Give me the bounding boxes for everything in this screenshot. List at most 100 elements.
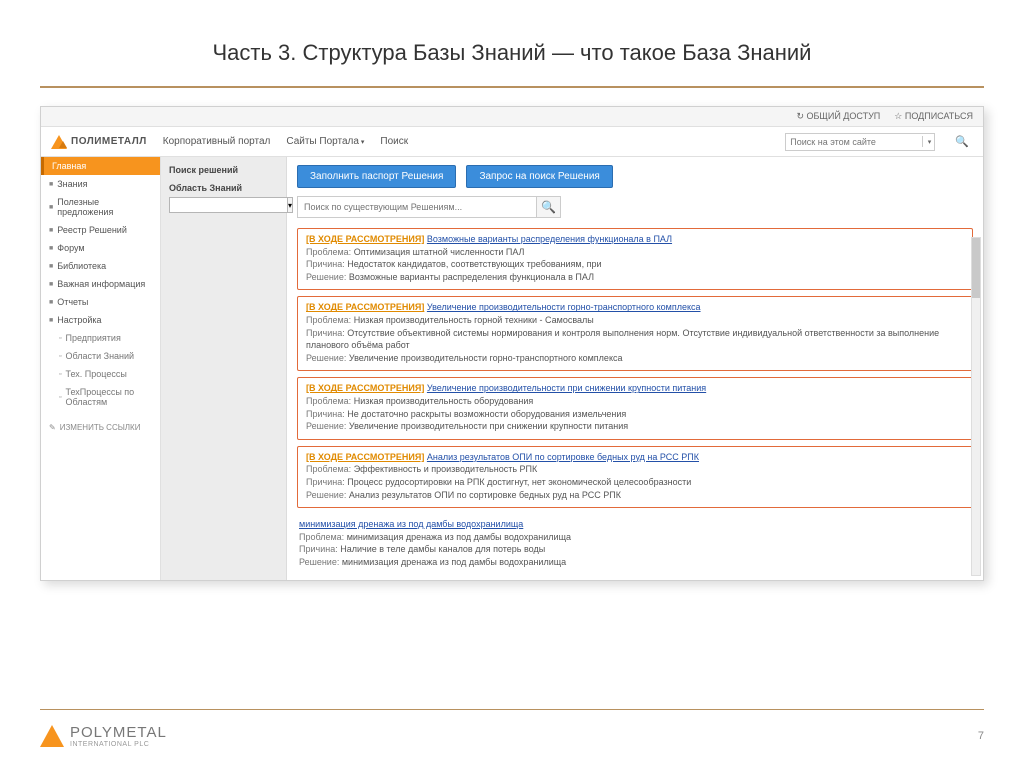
reason-text: Не достаточно раскрыты возможности обору… (347, 409, 626, 419)
status-badge: [В ХОДЕ РАССМОТРЕНИЯ] (306, 234, 424, 244)
site-search-button[interactable]: 🔍 (951, 135, 973, 148)
problem-label: Проблема: (299, 532, 344, 542)
logo-triangle-inner-icon (59, 141, 67, 148)
sidebar-item-3[interactable]: ■Реестр Решений (41, 221, 160, 239)
share-link[interactable]: ОБЩИЙ ДОСТУП (796, 111, 880, 122)
sidebar-item-label: Важная информация (57, 279, 145, 289)
page-number: 7 (978, 730, 984, 742)
bullet-icon: ■ (49, 204, 53, 211)
sidebar-item-6[interactable]: ■ Важная информация (41, 275, 160, 293)
reason-label: Причина: (306, 328, 345, 338)
reason-label: Причина: (306, 477, 345, 487)
reason-label: Причина: (306, 259, 345, 269)
solution-title-link[interactable]: Увеличение производительности при снижен… (427, 383, 706, 393)
problem-label: Проблема: (306, 315, 351, 325)
footer-logo: POLYMETAL INTERNATIONAL PLC (40, 724, 167, 748)
solution-label: Решение: (306, 272, 346, 282)
sidebar-item-1[interactable]: ■ Знания (41, 175, 160, 193)
filter-panel: Поиск решений Область Знаний ▾ (161, 157, 287, 580)
sidebar-sub-label: Области Знаний (65, 351, 134, 361)
site-search-input[interactable] (786, 137, 921, 147)
sidebar-item-0[interactable]: Главная (41, 157, 160, 175)
solution-text: минимизация дренажа из под дамбы водохра… (342, 557, 566, 567)
sidebar-item-label: Форум (57, 243, 84, 253)
top-strip: ОБЩИЙ ДОСТУП ПОДПИСАТЬСЯ (41, 107, 983, 127)
bullet-icon: ■ (49, 245, 53, 252)
nav-search[interactable]: Поиск (380, 136, 408, 147)
sidebar-item-label: Настройка (57, 315, 101, 325)
solution-title-link[interactable]: Увеличение производительности горно-тран… (427, 302, 701, 312)
bullet-icon: ■ (49, 181, 53, 188)
bullet-icon: ▫ (59, 353, 61, 360)
bullet-icon: ■ (49, 299, 53, 306)
sidebar-sub-label: ТехПроцессы по Областям (65, 387, 152, 407)
problem-text: Эффективность и производительность РПК (354, 464, 538, 474)
site-search[interactable] (785, 133, 935, 151)
header-bar: ПОЛИМЕТАЛЛ Корпоративный портал Сайты По… (41, 127, 983, 157)
sidebar-item-4[interactable]: ■ Форум (41, 239, 160, 257)
bullet-icon: ■ (49, 263, 53, 270)
solutions-search-input[interactable] (297, 196, 537, 218)
chevron-down-icon (359, 136, 365, 147)
sidebar-item-7[interactable]: ■Отчеты (41, 293, 160, 311)
sidebar-sub-3[interactable]: ▫ТехПроцессы по Областям (41, 383, 160, 411)
status-badge: [В ХОДЕ РАССМОТРЕНИЯ] (306, 383, 424, 393)
solution-card-2: [В ХОДЕ РАССМОТРЕНИЯ] Увеличение произво… (297, 377, 973, 439)
solution-text: Анализ результатов ОПИ по сортировке бед… (349, 490, 621, 500)
footer-sub: INTERNATIONAL PLC (70, 741, 167, 748)
edit-links[interactable]: ИЗМЕНИТЬ ССЫЛКИ (41, 419, 160, 436)
sidebar-item-5[interactable]: ■ Библиотека (41, 257, 160, 275)
sidebar-sub-1[interactable]: ▫ Области Знаний (41, 347, 160, 365)
solution-title-link[interactable]: Анализ результатов ОПИ по сортировке бед… (427, 452, 699, 462)
sidebar-item-2[interactable]: ■Полезные предложения (41, 193, 160, 221)
problem-text: минимизация дренажа из под дамбы водохра… (347, 532, 571, 542)
status-badge: [В ХОДЕ РАССМОТРЕНИЯ] (306, 452, 424, 462)
brand-logo[interactable]: ПОЛИМЕТАЛЛ (51, 135, 147, 149)
sidebar-sub-0[interactable]: ▫Предприятия (41, 329, 160, 347)
reason-text: Недостаток кандидатов, соответствующих т… (347, 259, 601, 269)
sidebar-item-8[interactable]: ■ Настройка (41, 311, 160, 329)
problem-text: Оптимизация штатной численности ПАЛ (354, 247, 525, 257)
footer-triangle-icon (40, 725, 64, 747)
solution-title-link[interactable]: минимизация дренажа из под дамбы водохра… (299, 519, 523, 529)
filter-heading: Поиск решений (169, 165, 278, 175)
bullet-icon: ■ (49, 281, 53, 288)
sidebar-item-label: Библиотека (57, 261, 106, 271)
subscribe-link[interactable]: ПОДПИСАТЬСЯ (894, 111, 973, 122)
pencil-icon (49, 423, 56, 432)
solution-text: Возможные варианты распределения функцио… (349, 272, 594, 282)
reason-text: Наличие в теле дамбы каналов для потерь … (340, 544, 545, 554)
sidebar-sub-2[interactable]: ▫Тех. Процессы (41, 365, 160, 383)
nav-corporate[interactable]: Корпоративный портал (163, 136, 271, 147)
bullet-icon: ▫ (59, 335, 61, 342)
solution-card-0: [В ХОДЕ РАССМОТРЕНИЯ] Возможные варианты… (297, 228, 973, 290)
problem-text: Низкая производительность оборудования (354, 396, 534, 406)
solution-label: Решение: (306, 353, 346, 363)
fill-passport-button[interactable]: Заполнить паспорт Решения (297, 165, 456, 188)
sidebar: Главная ■ Знания ■Полезные предложения■Реес… (41, 157, 161, 580)
bullet-icon: ■ (49, 317, 53, 324)
solution-label: Решение: (306, 490, 346, 500)
brand-text: ПОЛИМЕТАЛЛ (71, 136, 147, 147)
problem-label: Проблема: (306, 247, 351, 257)
nav-sites[interactable]: Сайты Портала (286, 136, 364, 147)
solution-title-link[interactable]: Возможные варианты распределения функцио… (427, 234, 672, 244)
problem-label: Проблема: (306, 464, 351, 474)
reason-label: Причина: (306, 409, 345, 419)
title-rule (40, 86, 984, 88)
solution-card-1: [В ХОДЕ РАССМОТРЕНИЯ] Увеличение произво… (297, 296, 973, 371)
search-scope-dropdown-icon[interactable] (922, 136, 935, 147)
solution-card-4: минимизация дренажа из под дамбы водохра… (297, 514, 973, 574)
sidebar-item-label: Знания (57, 179, 87, 189)
sidebar-item-label: Главная (52, 161, 86, 171)
solution-text: Увеличение производительности при снижен… (349, 421, 628, 431)
problem-text: Низкая производительность горной техники… (354, 315, 594, 325)
star-icon (894, 111, 902, 121)
knowledge-area-input[interactable] (169, 197, 288, 213)
scrollbar[interactable] (971, 237, 981, 576)
solutions-search-button[interactable]: 🔍 (537, 196, 561, 218)
scrollbar-thumb[interactable] (972, 238, 980, 298)
solution-text: Увеличение производительности горно-тран… (349, 353, 623, 363)
search-request-button[interactable]: Запрос на поиск Решения (466, 165, 612, 188)
sidebar-sub-label: Тех. Процессы (65, 369, 126, 379)
